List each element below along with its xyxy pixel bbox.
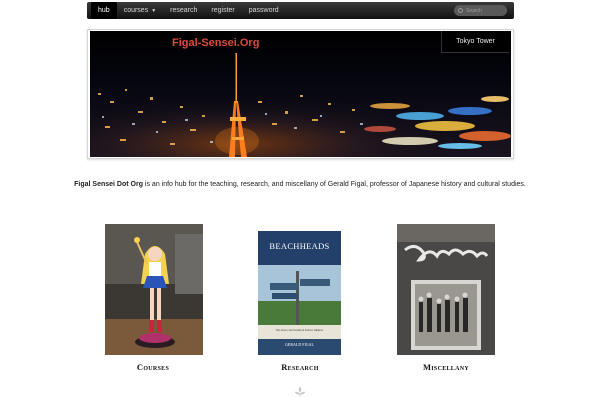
- slide-caption: Tokyo Tower: [441, 31, 509, 53]
- research-link[interactable]: Research: [240, 362, 360, 372]
- nav-label: register: [211, 7, 235, 14]
- hero-banner[interactable]: Figal-Sensei.Org Tokyo Tower: [90, 31, 511, 157]
- nav-item-courses[interactable]: courses ▼: [117, 2, 163, 19]
- book-title: BEACHHEADS: [269, 241, 330, 251]
- tshirt-photo-image: [397, 224, 495, 355]
- sailor-moon-figure-image: [105, 224, 203, 355]
- miscellany-card-image[interactable]: [397, 224, 495, 355]
- intro-site-name: Figal Sensei Dot Org: [74, 181, 143, 188]
- nav-item-register[interactable]: register: [204, 2, 241, 19]
- search-icon: [458, 8, 463, 13]
- courses-card-image[interactable]: [105, 224, 203, 355]
- search-box[interactable]: [454, 5, 507, 16]
- top-navbar: hub courses ▼ research register password: [87, 2, 514, 19]
- nav-item-research[interactable]: research: [163, 2, 204, 19]
- research-card-image[interactable]: BEACHHEADS War, Peace, and Tourism in Po…: [258, 231, 341, 355]
- book-subtitle: War, Peace, and Tourism in Postwar Okina…: [275, 329, 324, 332]
- site-title[interactable]: Figal-Sensei.Org: [172, 37, 259, 49]
- nav-label: hub: [98, 7, 110, 14]
- footer-ornament-icon: [294, 386, 306, 397]
- nav-item-hub[interactable]: hub: [91, 2, 117, 19]
- book-author: GERALD FIGAL: [285, 342, 314, 347]
- nav-label: research: [170, 7, 198, 14]
- hero-banner-frame: Figal-Sensei.Org Tokyo Tower: [87, 29, 514, 159]
- nav-item-password[interactable]: password: [242, 2, 286, 19]
- nav-label: password: [248, 7, 279, 14]
- miscellany-link[interactable]: Miscellany: [386, 362, 506, 372]
- intro-text: is an info hub for the teaching, researc…: [142, 181, 526, 188]
- intro-paragraph: Figal Sensei Dot Org is an info hub for …: [0, 181, 600, 188]
- courses-link[interactable]: Courses: [93, 362, 213, 372]
- nav-label: courses: [123, 7, 149, 14]
- chevron-down-icon: ▼: [151, 7, 157, 14]
- search-input[interactable]: [466, 7, 504, 14]
